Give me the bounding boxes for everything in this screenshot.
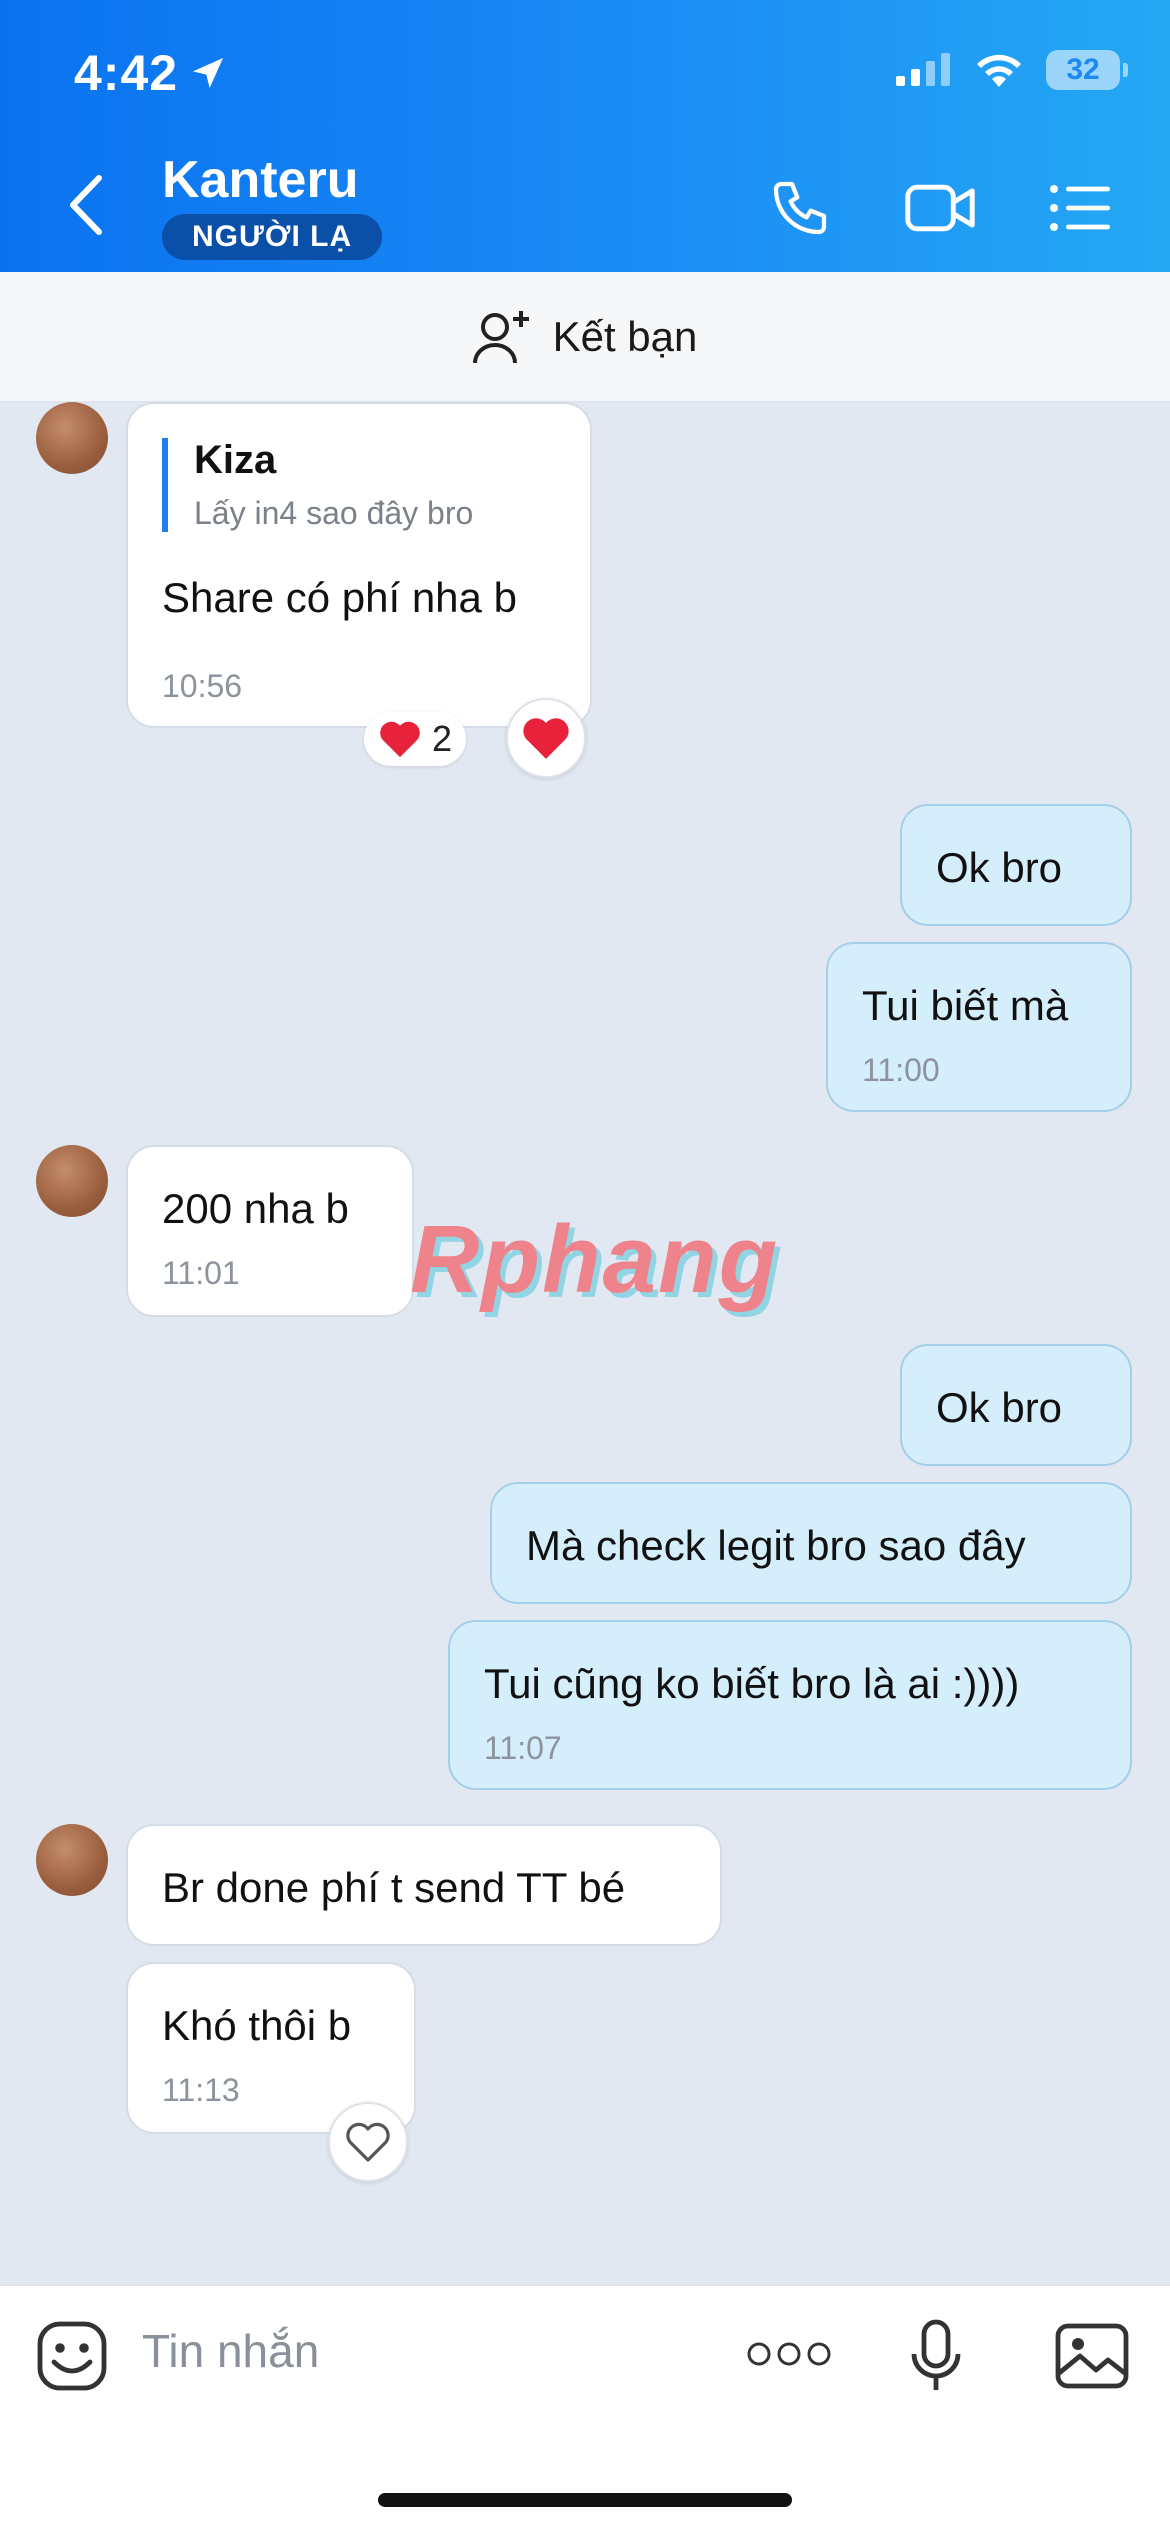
add-friend-label: Kết bạn <box>552 312 698 360</box>
options-button[interactable] <box>1044 172 1116 244</box>
quoted-sender: Kiza <box>194 438 277 482</box>
add-user-icon <box>472 310 529 363</box>
reaction-count: 2 <box>432 718 453 759</box>
menu-list-icon <box>1050 185 1110 231</box>
signal-icon <box>896 53 950 86</box>
battery-level: 32 <box>1066 53 1100 86</box>
message-time: 10:56 <box>162 668 243 704</box>
message-bubble-outgoing[interactable]: Tui cũng ko biết bro là ai :)))) 11:07 <box>448 1620 1132 1790</box>
back-button[interactable] <box>60 170 110 240</box>
message-text: Tui cũng ko biết bro là ai :)))) <box>484 1660 1020 1707</box>
status-indicators: 32 <box>896 50 1128 90</box>
more-button[interactable] <box>744 2334 834 2374</box>
microphone-icon <box>911 2319 961 2390</box>
header-bar: 4:42 32 Kanteru NGƯỜI LẠ <box>0 0 1170 272</box>
react-button[interactable] <box>328 2102 408 2182</box>
react-button[interactable] <box>506 698 586 778</box>
message-text: Tui biết mà <box>862 982 1069 1029</box>
message-time: 11:00 <box>862 1052 940 1088</box>
image-button[interactable] <box>1052 2320 1132 2392</box>
message-text: 200 nha b <box>162 1185 349 1232</box>
add-friend-button[interactable]: Kết bạn <box>0 272 1170 402</box>
status-time: 4:42 <box>74 44 228 102</box>
message-text: Khó thôi b <box>162 2002 352 2049</box>
message-bubble-outgoing[interactable]: Mà check legit bro sao đây <box>490 1482 1132 1604</box>
message-bubble-incoming[interactable]: Br done phí t send TT bé <box>126 1824 722 1946</box>
video-call-button[interactable] <box>904 172 976 244</box>
stranger-badge: NGƯỜI LẠ <box>162 214 383 260</box>
reaction-summary[interactable]: 2 <box>364 712 467 766</box>
message-time: 11:07 <box>484 1730 562 1766</box>
location-arrow-icon <box>193 58 224 88</box>
sticker-icon <box>37 2321 107 2391</box>
message-bubble-outgoing[interactable]: Ok bro <box>900 804 1132 926</box>
message-bubble-incoming[interactable]: 200 nha b 11:01 <box>126 1145 414 1317</box>
message-time: 11:13 <box>162 2072 240 2108</box>
contact-name[interactable]: Kanteru <box>162 150 358 210</box>
heart-icon <box>523 718 569 759</box>
battery-icon: 32 <box>1046 50 1128 90</box>
message-text: Mà check legit bro sao đây <box>526 1522 1026 1569</box>
watermark-logo: Rphang <box>410 1206 780 1313</box>
back-icon <box>70 175 102 235</box>
contact-avatar[interactable] <box>36 1824 108 1896</box>
wifi-icon <box>977 54 1021 87</box>
contact-avatar[interactable] <box>36 1145 108 1217</box>
quoted-reply[interactable]: Kiza Lấy in4 sao đây bro <box>162 438 473 532</box>
status-time-text: 4:42 <box>74 45 179 101</box>
message-input[interactable]: Tin nhắn <box>142 2324 319 2378</box>
more-icon <box>747 2342 831 2366</box>
message-text: Ok bro <box>936 844 1063 891</box>
image-icon <box>1055 2323 1129 2389</box>
quoted-text: Lấy in4 sao đây bro <box>194 495 474 531</box>
heart-icon <box>380 721 420 758</box>
home-indicator <box>378 2493 792 2507</box>
message-bubble-outgoing[interactable]: Tui biết mà 11:00 <box>826 942 1132 1112</box>
call-button[interactable] <box>764 172 836 244</box>
message-bubble-incoming[interactable]: Kiza Lấy in4 sao đây bro Share có phí nh… <box>126 402 592 728</box>
voice-button[interactable] <box>904 2316 968 2396</box>
message-time: 11:01 <box>162 1255 240 1291</box>
sticker-button[interactable] <box>34 2318 110 2394</box>
contact-avatar[interactable] <box>36 402 108 474</box>
heart-outline-icon <box>346 2122 390 2162</box>
message-text: Ok bro <box>936 1384 1063 1431</box>
message-text: Share có phí nha b <box>162 574 517 621</box>
message-text: Br done phí t send TT bé <box>162 1864 626 1911</box>
video-icon <box>905 184 975 232</box>
message-bubble-outgoing[interactable]: Ok bro <box>900 1344 1132 1466</box>
phone-icon <box>773 181 827 235</box>
